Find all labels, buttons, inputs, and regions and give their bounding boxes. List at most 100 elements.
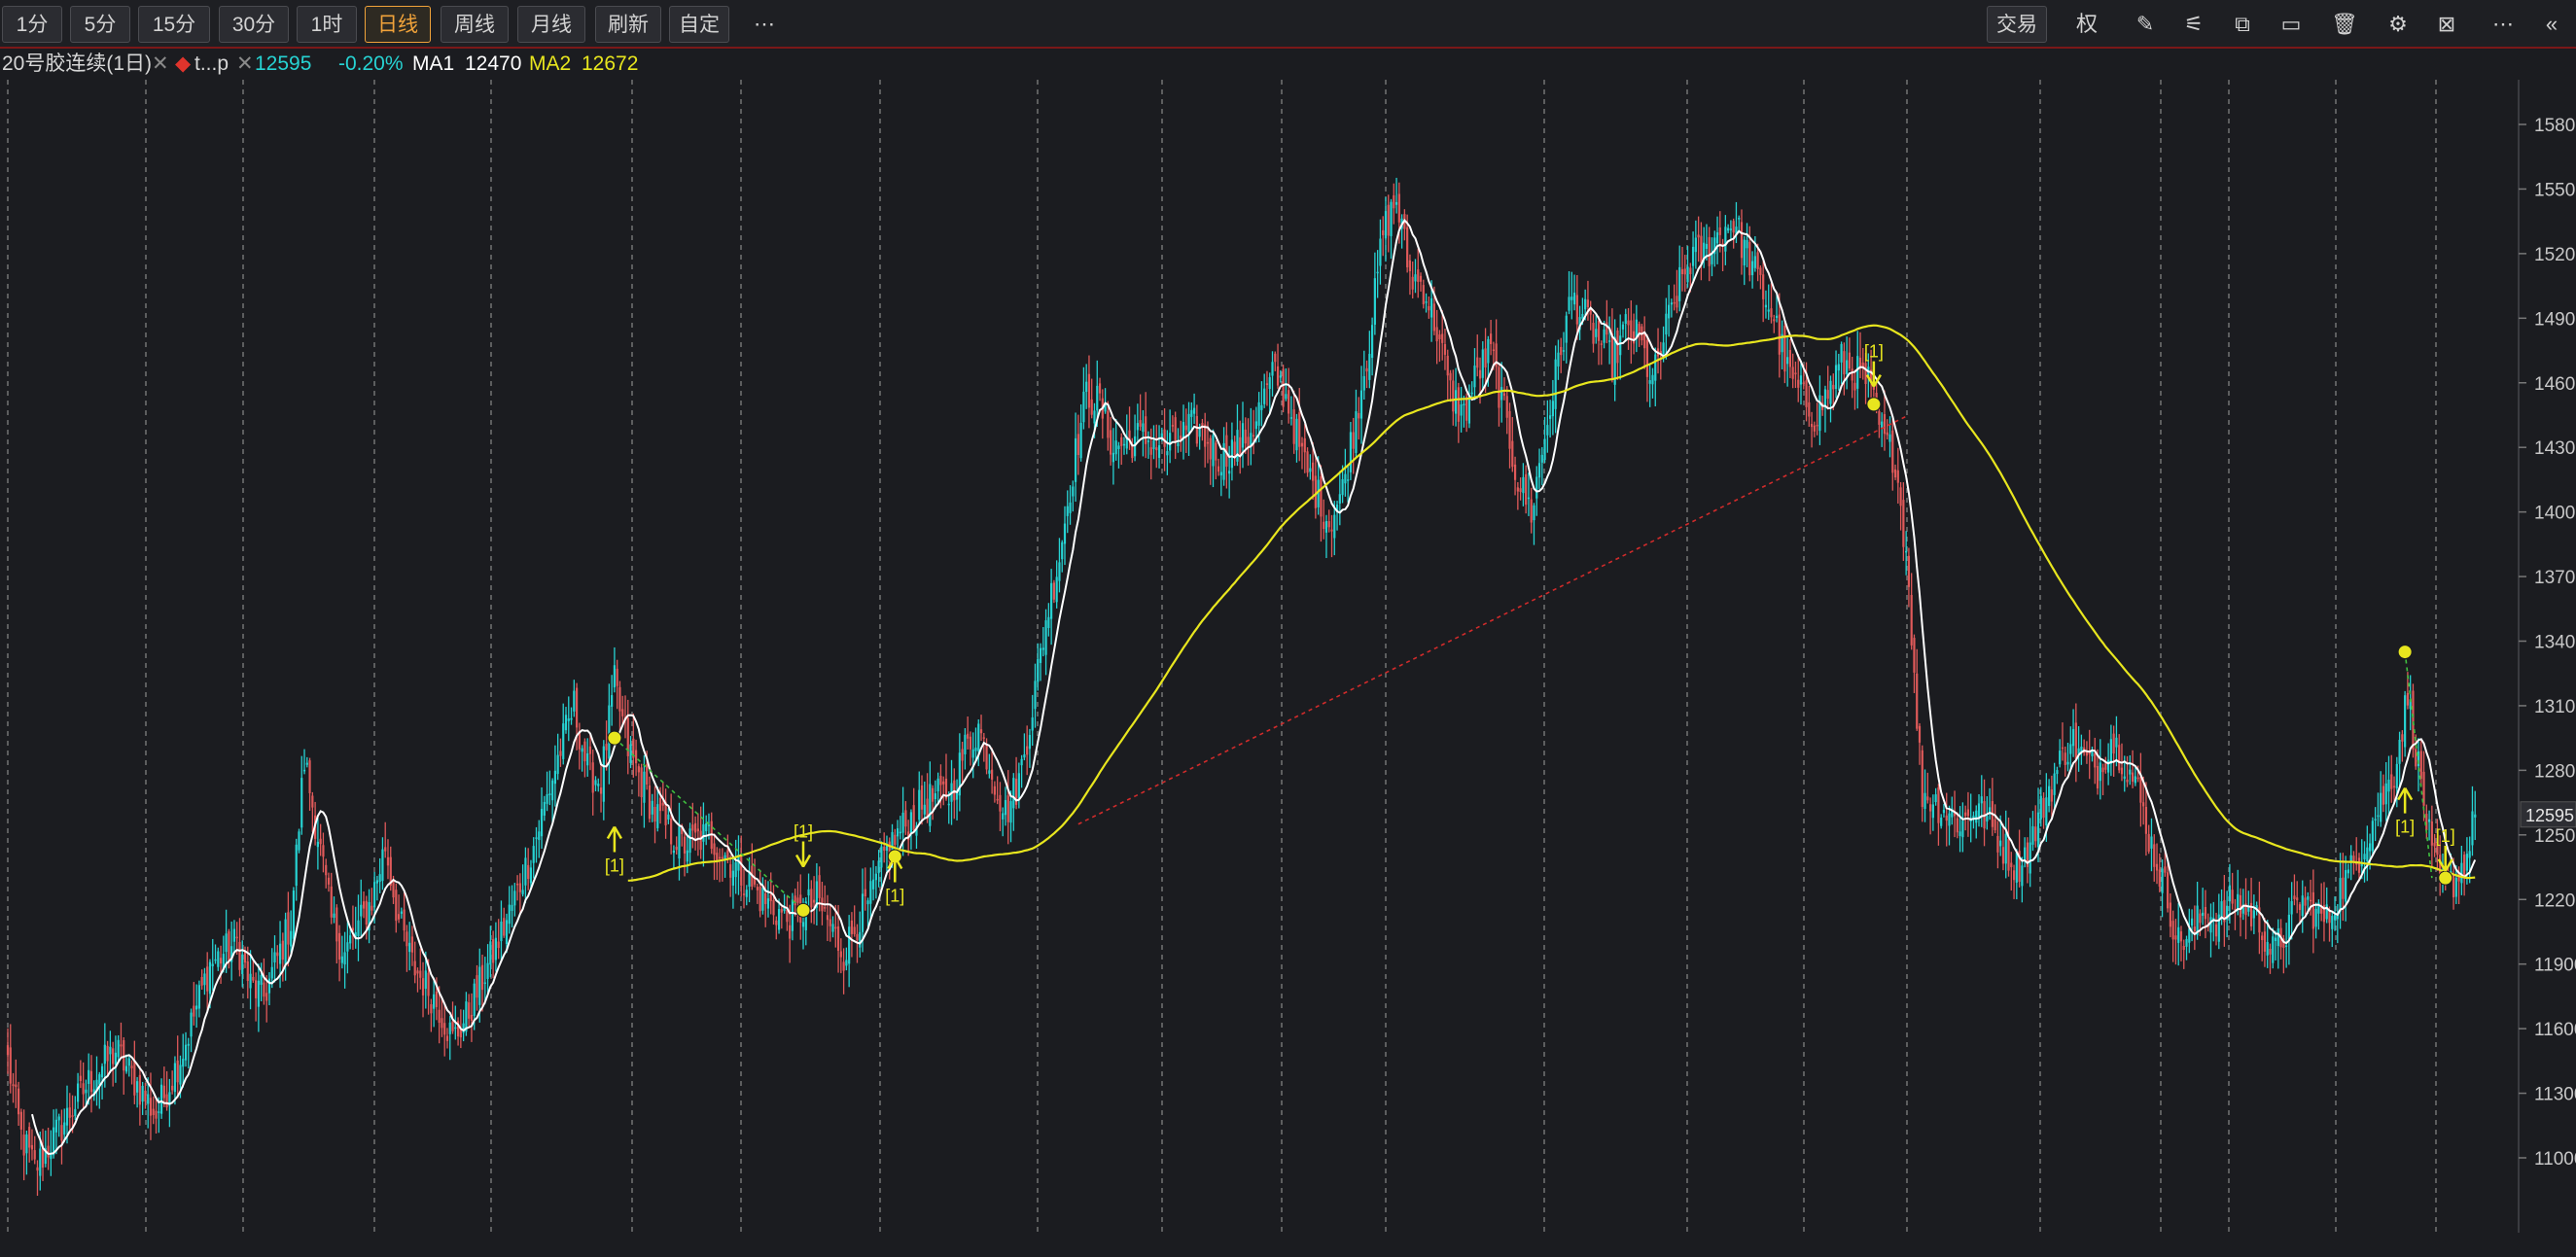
candle-body-195 xyxy=(532,846,535,863)
candle-body-245 xyxy=(667,814,670,820)
candle-body-331 xyxy=(899,831,901,834)
candle-body-895 xyxy=(2419,751,2422,780)
candle-body-543 xyxy=(1470,392,1473,395)
candle-body-236 xyxy=(643,771,646,803)
candle-body-399 xyxy=(1082,391,1085,423)
candle-body-35 xyxy=(100,1065,104,1078)
candle-body-421 xyxy=(1142,423,1145,433)
candle-body-525 xyxy=(1422,285,1425,304)
indicator-name[interactable]: t...p xyxy=(194,49,229,80)
candle-body-101 xyxy=(278,943,282,964)
candle-body-380 xyxy=(1031,716,1034,731)
candle-body-800 xyxy=(2164,866,2167,873)
candle-body-222 xyxy=(605,744,608,751)
y-tick-label-11: 12500 xyxy=(2534,826,2576,847)
candle-body-86 xyxy=(238,941,241,970)
signal-dot-3 xyxy=(1866,397,1882,412)
candle-body-95 xyxy=(263,982,265,997)
candle-body-775 xyxy=(2096,765,2100,789)
candle-body-197 xyxy=(538,831,541,841)
close-symbol-icon[interactable]: ✕ xyxy=(152,49,169,80)
candle-body-127 xyxy=(349,935,352,944)
candle-body-803 xyxy=(2171,921,2174,940)
candle-body-754 xyxy=(2039,795,2042,820)
candle-body-711 xyxy=(1923,792,1926,809)
candle-body-70 xyxy=(195,1005,198,1010)
candle-body-666 xyxy=(1802,382,1805,384)
candle-body-272 xyxy=(740,854,743,887)
candle-body-61 xyxy=(171,1085,174,1091)
candle-body-824 xyxy=(2228,885,2231,902)
candle-body-326 xyxy=(885,845,889,852)
candle-body-432 xyxy=(1171,425,1175,427)
candle-body-188 xyxy=(513,890,516,906)
candle-body-571 xyxy=(1546,425,1549,436)
close-indicator-icon[interactable]: ✕ xyxy=(236,49,254,80)
candle-body-306 xyxy=(831,924,834,932)
candle-body-466 xyxy=(1263,388,1266,404)
candle-body-499 xyxy=(1352,432,1355,449)
candle-body-120 xyxy=(330,886,333,918)
candle-body-137 xyxy=(375,880,378,884)
candle-body-529 xyxy=(1432,303,1435,332)
candle-body-99 xyxy=(273,952,276,963)
candle-body-408 xyxy=(1107,410,1110,438)
candle-body-57 xyxy=(159,1084,163,1114)
candle-body-247 xyxy=(672,850,676,854)
candle-body-362 xyxy=(982,737,985,739)
candle-body-500 xyxy=(1355,411,1358,453)
candle-body-242 xyxy=(658,797,662,812)
candle-body-883 xyxy=(2387,779,2390,792)
candle-body-455 xyxy=(1233,441,1236,456)
candle-body-886 xyxy=(2395,763,2398,789)
candle-body-572 xyxy=(1549,415,1552,419)
candle-body-319 xyxy=(866,900,869,905)
candle-body-848 xyxy=(2293,895,2296,899)
candle-body-210 xyxy=(573,690,576,712)
candle-body-799 xyxy=(2161,868,2164,893)
candle-body-144 xyxy=(395,890,398,922)
candle-body-731 xyxy=(1977,803,1981,818)
candle-body-105 xyxy=(290,930,293,947)
candle-body-226 xyxy=(616,668,618,686)
candle-body-209 xyxy=(570,717,573,720)
candle-body-683 xyxy=(1848,352,1852,369)
candle-body-701 xyxy=(1896,470,1899,483)
marker-layer: [1] [1] [1] [1] [1] [1] xyxy=(605,342,2455,918)
candle-body-355 xyxy=(964,734,967,754)
candle-body-153 xyxy=(419,970,422,978)
candle-body-473 xyxy=(1282,368,1285,407)
candle-body-495 xyxy=(1341,478,1344,496)
candle-body-285 xyxy=(775,920,778,925)
candle-body-508 xyxy=(1376,271,1379,274)
candle-body-893 xyxy=(2415,749,2417,767)
candle-body-507 xyxy=(1373,278,1376,325)
candle-body-281 xyxy=(764,892,767,904)
candle-body-20 xyxy=(60,1125,63,1141)
candle-body-155 xyxy=(424,970,427,990)
candle-body-696 xyxy=(1883,414,1887,435)
candle-body-867 xyxy=(2345,870,2347,902)
candlestick-chart[interactable]: [1][1][1][1][1][1] 158001550015200149001… xyxy=(0,0,2576,1257)
candle-body-396 xyxy=(1074,437,1077,482)
candle-body-787 xyxy=(2129,769,2132,775)
ma1-label: MA1 xyxy=(412,52,455,75)
candle-body-312 xyxy=(848,926,851,964)
candle-body-98 xyxy=(270,966,273,979)
ma1-line xyxy=(31,218,2477,1155)
candle-body-267 xyxy=(726,850,729,858)
candle-body-315 xyxy=(856,933,859,941)
candle-body-611 xyxy=(1654,354,1657,381)
candle-body-320 xyxy=(869,881,872,904)
candle-body-139 xyxy=(381,849,384,882)
candle-body-458 xyxy=(1241,423,1245,448)
candle-body-808 xyxy=(2185,938,2188,947)
info-bar: 20号胶连续(1日) ✕ ◆ t...p ✕ 12595 -0.20% MA1 … xyxy=(0,49,875,80)
candle-body-523 xyxy=(1417,269,1420,282)
candle-body-576 xyxy=(1560,346,1563,356)
candle-body-185 xyxy=(505,920,509,945)
candle-body-413 xyxy=(1120,436,1123,446)
candle-body-92 xyxy=(255,980,258,998)
candle-body-649 xyxy=(1756,252,1759,269)
candle-body-510 xyxy=(1382,229,1385,235)
